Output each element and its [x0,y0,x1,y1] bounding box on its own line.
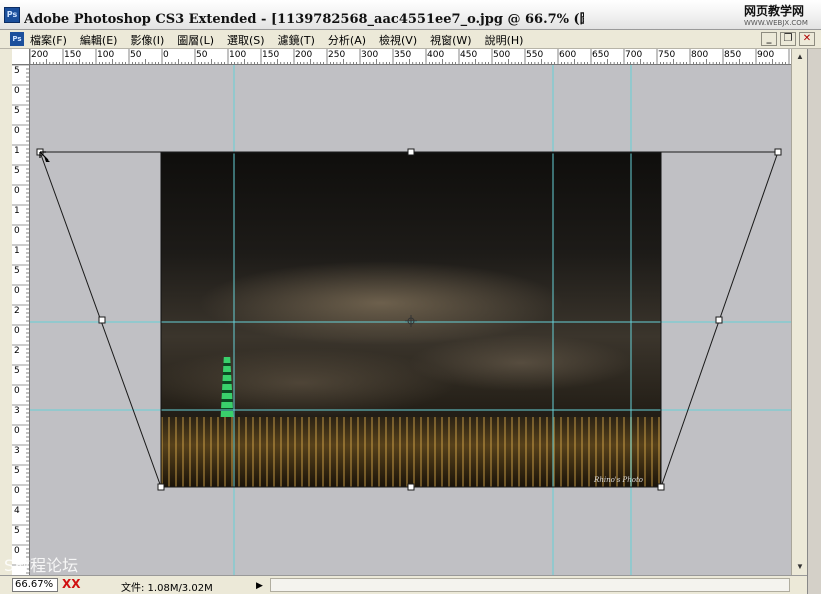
ruler-h-label: 600 [559,50,577,60]
forum-watermark: S教程论坛 [4,556,79,575]
ruler-v-label: 5 [14,166,20,176]
ruler-h-label: 800 [691,50,709,60]
ruler-h-label: 50 [130,50,142,60]
menu-bar: Ps 檔案(F) 編輯(E) 影像(I) 圖層(L) 選取(S) 濾鏡(T) 分… [0,30,821,49]
photo-signature: Rhino's Photo [594,476,643,484]
ruler-v-label: 0 [14,486,20,496]
document-canvas[interactable]: Rhino's Photo [30,65,791,575]
ruler-v-label: 5 [14,526,20,536]
status-menu-arrow-icon[interactable]: ▶ [256,579,268,591]
ruler-v-label: 5 [14,366,20,376]
ruler-h-label: 550 [526,50,544,60]
handle-middle-left[interactable] [98,316,106,324]
ruler-v-label: 4 [14,506,20,516]
ruler-h-label: 0 [163,50,169,60]
horizontal-ruler[interactable]: 200 150 100 50 0 50 100 150 200 250 300 … [30,49,791,65]
menu-layer[interactable]: 圖層(L) [177,32,214,48]
zoom-level-field[interactable]: 66.67% [12,578,58,592]
ruler-v-label: 1 [14,246,20,256]
scroll-up-arrow-icon[interactable]: ▲ [792,49,808,65]
minimize-button[interactable]: _ [761,32,777,46]
ruler-v-label: 0 [14,86,20,96]
left-panel-strip [0,49,12,594]
ruler-h-label: 750 [658,50,676,60]
night-city-photo[interactable]: Rhino's Photo [161,153,661,487]
title-bar[interactable]: Ps Adobe Photoshop CS3 Extended - [11397… [0,0,821,30]
scroll-down-arrow-icon[interactable]: ▼ [792,559,808,575]
perspective-cursor-icon [39,151,50,162]
ruler-v-label: 0 [14,186,20,196]
ruler-h-label: 650 [592,50,610,60]
ruler-v-label: 5 [14,106,20,116]
handle-top-left[interactable] [36,148,44,156]
ruler-h-label: 100 [229,50,247,60]
right-panel-strip [807,49,821,594]
menu-file[interactable]: 檔案(F) [30,32,67,48]
menu-edit[interactable]: 編輯(E) [80,32,118,48]
ruler-h-label: 350 [394,50,412,60]
restore-button[interactable]: ❐ [780,32,796,46]
close-button[interactable]: ✕ [799,32,815,46]
vertical-ruler[interactable]: 5 0 5 0 1 5 0 1 0 1 5 0 2 0 2 5 0 3 0 3 … [12,65,30,575]
ruler-h-label: 250 [328,50,346,60]
vertical-scrollbar[interactable]: ▲ ▼ [791,49,807,575]
status-bar: 66.67% 文件: 1.08M/3.02M ▶ [0,575,807,594]
handle-top-right[interactable] [774,148,782,156]
menu-analysis[interactable]: 分析(A) [328,32,366,48]
window-title: Adobe Photoshop CS3 Extended - [11397825… [24,12,584,27]
ruler-h-label: 500 [493,50,511,60]
ruler-v-label: 0 [14,326,20,336]
ruler-v-label: 2 [14,346,20,356]
ruler-v-label: 0 [14,286,20,296]
site-watermark-text: 网页教学网 [744,4,805,18]
ruler-v-label: 0 [14,226,20,236]
ruler-v-label: 5 [14,466,20,476]
ruler-h-label: 200 [295,50,313,60]
ruler-h-label: 850 [724,50,742,60]
menu-select[interactable]: 選取(S) [227,32,265,48]
ruler-v-label: 0 [14,426,20,436]
site-watermark-url: WWW.WEBJX.COM [744,19,808,27]
ruler-h-label: 900 [757,50,775,60]
site-watermark: 网页教学网 WWW.WEBJX.COM [744,5,818,29]
document-icon[interactable]: Ps [10,32,24,46]
ruler-v-label: 5 [14,66,20,76]
menu-image[interactable]: 影像(I) [130,32,164,48]
ruler-h-label: 700 [625,50,643,60]
ruler-h-label: 200 [31,50,49,60]
ruler-v-label: 3 [14,406,20,416]
horizontal-scrollbar[interactable] [270,578,790,592]
menu-items: 檔案(F) 編輯(E) 影像(I) 圖層(L) 選取(S) 濾鏡(T) 分析(A… [30,32,536,48]
ruler-v-label: 5 [14,266,20,276]
ruler-origin[interactable] [12,49,30,65]
red-watermark-mark: XX [62,577,81,591]
ruler-h-label: 100 [97,50,115,60]
ruler-h-label: 150 [262,50,280,60]
ruler-v-label: 2 [14,306,20,316]
document-size-info: 文件: 1.08M/3.02M [121,583,213,594]
ruler-h-label: 450 [460,50,478,60]
menu-filter[interactable]: 濾鏡(T) [278,32,315,48]
ruler-h-label: 150 [64,50,82,60]
menu-view[interactable]: 檢視(V) [379,32,417,48]
ruler-h-label: 300 [361,50,379,60]
ruler-h-label: 50 [196,50,208,60]
ruler-v-label: 1 [14,206,20,216]
ruler-v-label: 3 [14,446,20,456]
ruler-h-label: 400 [427,50,445,60]
handle-middle-right[interactable] [715,316,723,324]
ruler-v-label: 0 [14,386,20,396]
window-controls: _ ❐ ✕ [761,32,815,46]
vertical-ruler-ticks [12,65,29,574]
ruler-v-label: 0 [14,126,20,136]
menu-window[interactable]: 視窗(W) [430,32,471,48]
city-lights [161,417,661,487]
ruler-v-label: 1 [14,146,20,156]
menu-help[interactable]: 說明(H) [485,32,524,48]
photoshop-app-icon[interactable]: Ps [4,7,20,23]
